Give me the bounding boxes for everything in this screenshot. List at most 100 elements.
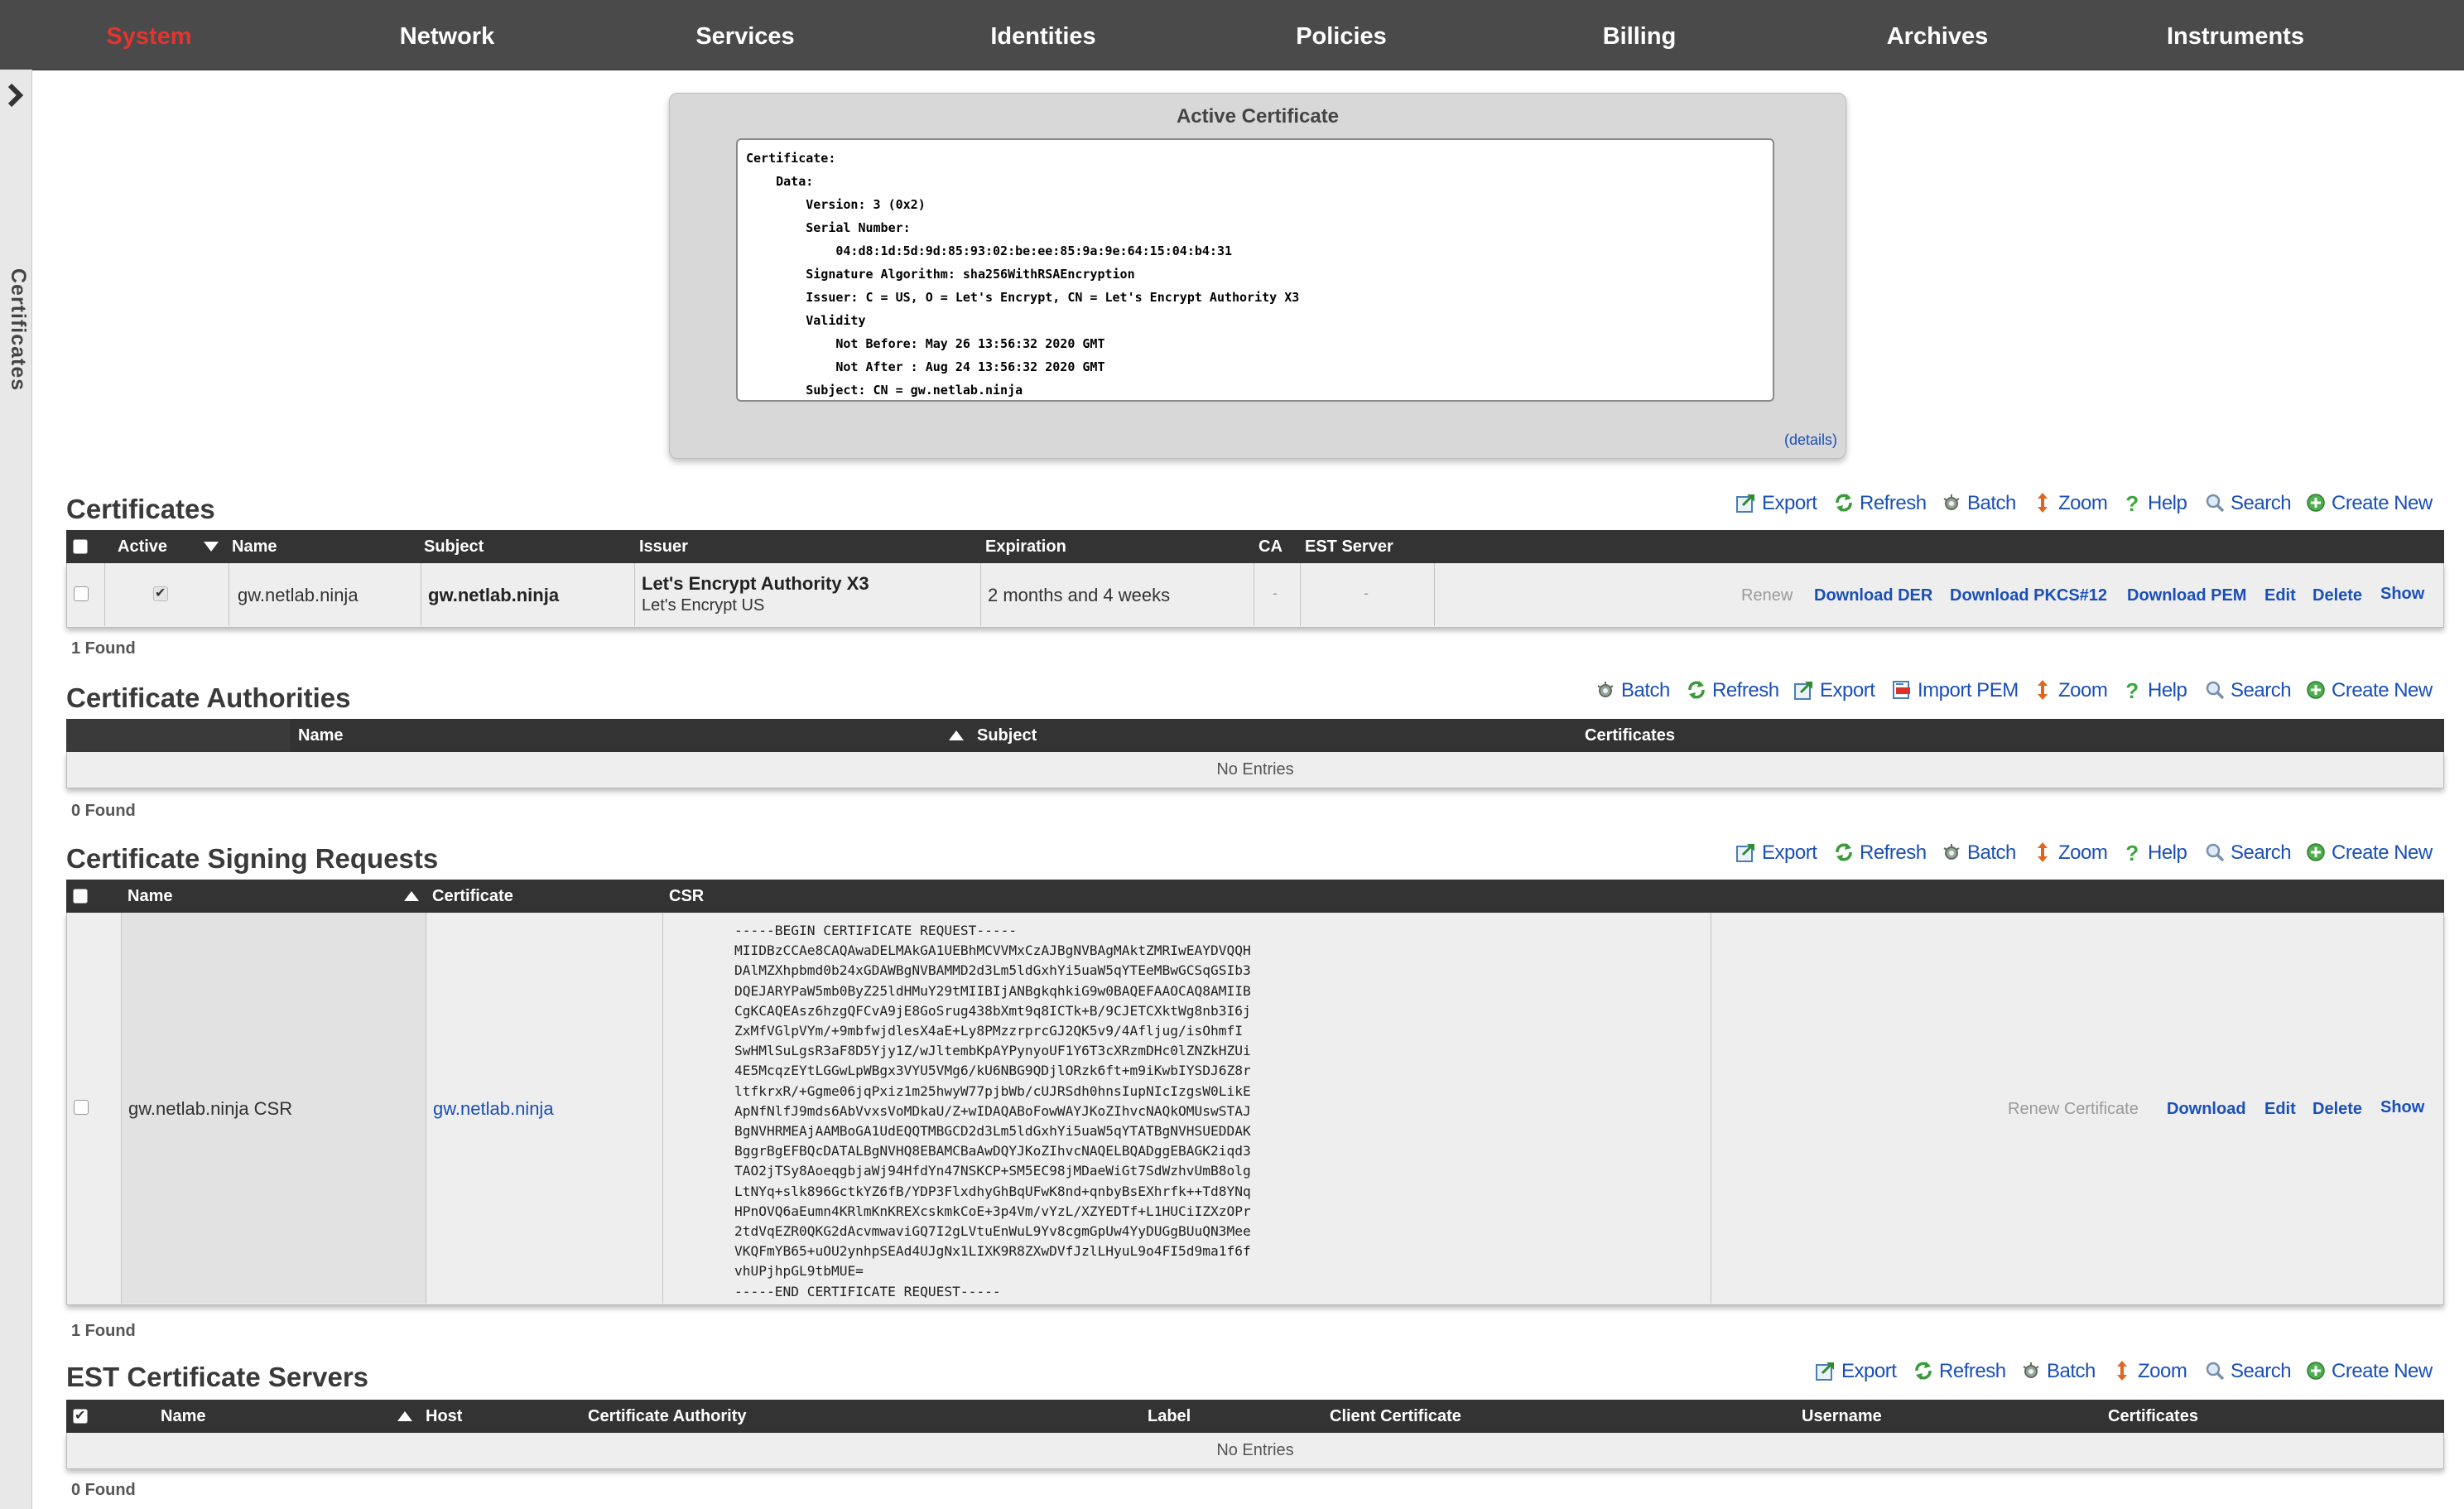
refresh-icon [1833,492,1855,513]
active-certificate-title: Active Certificate [1176,105,1340,128]
column-subject[interactable]: Subject [424,530,484,563]
zoom-button[interactable]: Zoom [2032,840,2108,866]
create-new-button[interactable]: Create New [2305,840,2433,866]
column-name[interactable]: Name [161,1400,205,1433]
search-button[interactable]: Search [2204,677,2292,704]
column-csr[interactable]: CSR [669,880,704,913]
column-name[interactable]: Name [232,530,277,563]
help-button[interactable]: Help [2121,840,2187,866]
import-pem-button[interactable]: Import PEM [1891,677,2019,704]
renew-certificate-button: Renew Certificate [2008,1100,2139,1118]
active-certificate-panel: Active Certificate Certificate: Data: Ve… [669,93,1846,459]
column-host[interactable]: Host [426,1400,462,1433]
refresh-button[interactable]: Refresh [1833,490,1927,517]
nav-services[interactable]: Services [596,0,894,70]
nav-network[interactable]: Network [298,0,596,70]
column-subject[interactable]: Subject [977,719,1037,752]
nav-instruments[interactable]: Instruments [2086,0,2385,70]
est-servers-section-title: EST Certificate Servers [66,1362,369,1392]
row-select-checkbox[interactable] [74,1100,89,1115]
refresh-button[interactable]: Refresh [1833,840,1927,866]
export-button[interactable]: Export [1793,677,1875,704]
download-button[interactable]: Download [2167,1100,2246,1119]
sidebar-toggle-button[interactable] [3,83,28,108]
help-icon [2121,679,2143,701]
column-certificates[interactable]: Certificates [2108,1400,2198,1433]
nav-system[interactable]: System [0,0,298,70]
csr-certificate-link[interactable]: gw.netlab.ninja [433,1098,554,1120]
search-button[interactable]: Search [2204,840,2292,866]
batch-button[interactable]: Batch [1941,490,2016,517]
delete-button[interactable]: Delete [2312,586,2362,605]
row-select-checkbox[interactable] [74,586,89,601]
help-icon [2121,841,2143,863]
column-ca[interactable]: CA [1258,530,1283,563]
select-all-checkbox[interactable] [73,1407,88,1424]
column-client-certificate[interactable]: Client Certificate [1330,1400,1461,1433]
certificate-est-server-value: - [1364,585,1369,601]
column-issuer[interactable]: Issuer [639,530,688,563]
nav-billing[interactable]: Billing [1490,0,1788,70]
search-button[interactable]: Search [2204,1358,2292,1385]
create-new-button[interactable]: Create New [2305,677,2433,704]
delete-button[interactable]: Delete [2312,1100,2362,1119]
column-active[interactable]: Active [118,530,167,563]
refresh-button[interactable]: Refresh [1686,677,1779,704]
certificate-details-link[interactable]: (details) [1784,431,1837,449]
refresh-icon [1833,841,1855,863]
column-est-server[interactable]: EST Server [1305,530,1393,563]
column-label[interactable]: Label [1148,1400,1191,1433]
select-all-checkbox[interactable] [73,539,88,554]
sort-descending-icon[interactable] [202,540,220,553]
csr-section-title: Certificate Signing Requests [66,843,439,874]
show-button[interactable]: Show [2380,1098,2424,1117]
nav-archives[interactable]: Archives [1788,0,2086,70]
create-new-button[interactable]: Create New [2305,490,2433,517]
export-button[interactable]: Export [1735,490,1817,517]
csr-toolbar: Export Refresh Batch Zoom Help Search Cr… [1735,840,2447,866]
zoom-button[interactable]: Zoom [2032,490,2108,517]
create-new-button[interactable]: Create New [2305,1358,2433,1385]
column-expiration[interactable]: Expiration [985,530,1066,563]
column-username[interactable]: Username [1802,1400,1882,1433]
no-entries-message: No Entries [1216,760,1294,779]
csr-pem-text: -----BEGIN CERTIFICATE REQUEST----- MIID… [734,923,1251,1299]
batch-icon [1941,841,1962,863]
show-button[interactable]: Show [2380,585,2424,604]
column-name[interactable]: Name [128,880,172,913]
batch-button[interactable]: Batch [1595,677,1670,704]
column-certificate[interactable]: Certificate [432,880,513,913]
sort-ascending-icon[interactable] [396,1410,414,1423]
export-icon [1815,1360,1836,1381]
help-button[interactable]: Help [2121,677,2187,704]
zoom-button[interactable]: Zoom [2032,677,2108,704]
certificate-text-area[interactable]: Certificate: Data: Version: 3 (0x2) Seri… [736,138,1774,402]
export-button[interactable]: Export [1815,1358,1897,1385]
edit-button[interactable]: Edit [2264,1100,2296,1119]
sort-ascending-icon[interactable] [947,729,965,742]
search-button[interactable]: Search [2204,490,2292,517]
download-pem-button[interactable]: Download PEM [2127,586,2246,605]
column-certificate-authority[interactable]: Certificate Authority [588,1400,747,1433]
nav-policies[interactable]: Policies [1192,0,1490,70]
refresh-button[interactable]: Refresh [1913,1358,2006,1385]
download-der-button[interactable]: Download DER [1814,586,1932,605]
search-icon [2204,679,2226,701]
sidebar: Certificates [0,70,32,1509]
sort-ascending-icon[interactable] [402,889,421,903]
select-all-checkbox[interactable] [73,889,88,904]
est-servers-toolbar: Export Refresh Batch Zoom Search Create … [1815,1358,2447,1385]
column-name[interactable]: Name [298,719,343,752]
export-icon [1793,679,1815,701]
batch-button[interactable]: Batch [2020,1358,2096,1385]
est-servers-found-count: 0 Found [71,1481,136,1499]
batch-button[interactable]: Batch [1941,840,2016,866]
zoom-button[interactable]: Zoom [2111,1358,2187,1385]
download-pkcs12-button[interactable]: Download PKCS#12 [1950,586,2107,605]
help-button[interactable]: Help [2121,490,2187,517]
edit-button[interactable]: Edit [2264,586,2296,605]
export-button[interactable]: Export [1735,840,1817,866]
sidebar-label[interactable]: Certificates [2,268,30,391]
column-certificates[interactable]: Certificates [1585,719,1675,752]
nav-identities[interactable]: Identities [894,0,1192,70]
